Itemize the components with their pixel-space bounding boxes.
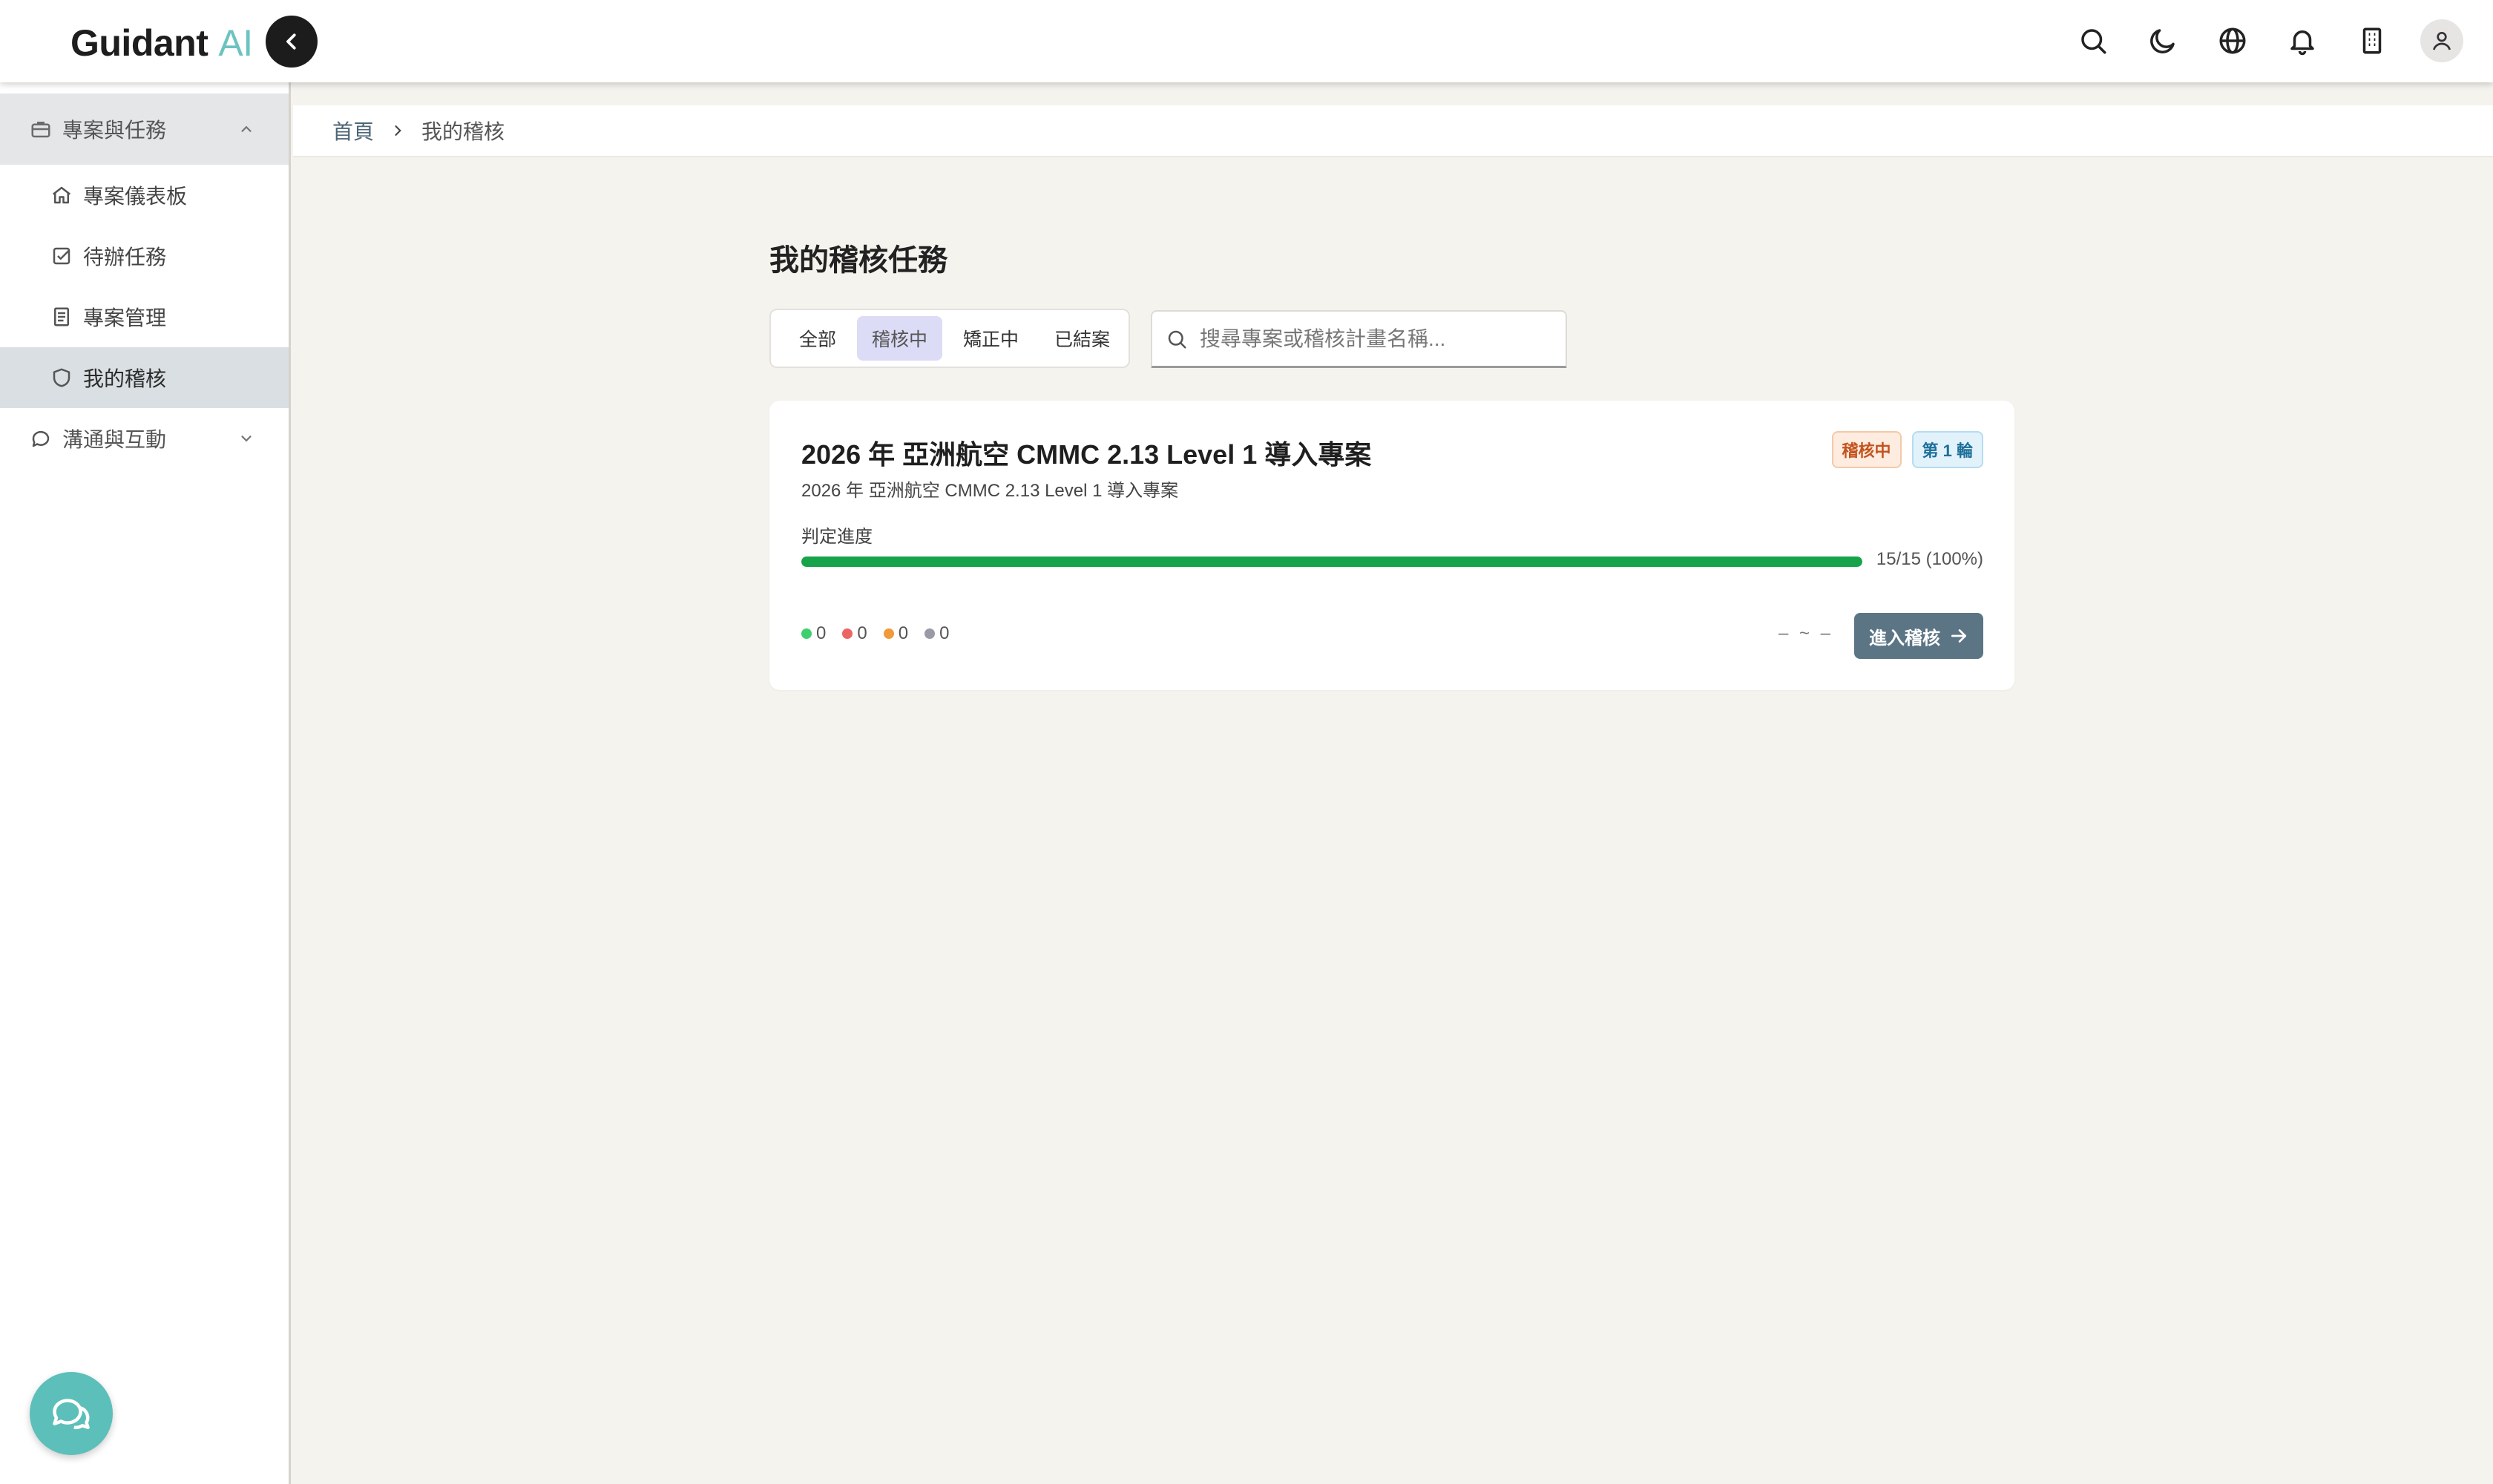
enter-audit-label: 進入稽核: [1869, 628, 1940, 649]
app-logo[interactable]: Guidant AI: [70, 21, 253, 65]
sidebar-item-project-management[interactable]: 專案管理: [0, 286, 289, 347]
user-icon: [2433, 32, 2451, 50]
count-value: 0: [939, 623, 950, 643]
progress-text: 15/15 (100%): [1876, 549, 1983, 569]
top-bar: Guidant AI: [0, 0, 2493, 82]
document-icon: [50, 306, 73, 328]
sidebar-item-my-audits[interactable]: 我的稽核: [0, 347, 289, 408]
tab-all[interactable]: 全部: [784, 316, 851, 361]
count-noncompliant: 0: [842, 623, 867, 644]
sidebar-item-todo[interactable]: 待辦任務: [0, 226, 289, 286]
logo-text: Guidant: [70, 22, 208, 64]
tab-closed[interactable]: 已結案: [1039, 316, 1125, 361]
count-partial: 0: [883, 623, 909, 644]
home-icon: [50, 184, 73, 206]
bell-icon[interactable]: [2281, 19, 2324, 62]
top-bar-actions: [2072, 19, 2463, 62]
gray-dot: [924, 628, 936, 639]
sidebar-group-projects[interactable]: 專案與任務: [0, 93, 289, 165]
sidebar-group-communication[interactable]: 溝通與互動: [0, 408, 289, 469]
progress-bar: [801, 556, 1862, 567]
chat-assistant-button[interactable]: [30, 1372, 113, 1455]
count-na: 0: [924, 623, 949, 644]
sidebar-item-label: 待辦任務: [83, 246, 167, 269]
shield-icon: [50, 367, 73, 389]
arrow-right-icon: [1949, 626, 1968, 646]
chevron-up-icon: [238, 121, 254, 137]
user-avatar[interactable]: [2420, 19, 2463, 62]
status-badge: 稽核中: [1831, 431, 1902, 468]
enter-audit-button[interactable]: 進入稽核: [1854, 613, 1983, 659]
globe-icon[interactable]: [2211, 19, 2254, 62]
breadcrumb-current: 我的稽核: [421, 120, 505, 143]
briefcase-icon: [30, 118, 52, 140]
project-subtitle: 2026 年 亞洲航空 CMMC 2.13 Level 1 導入專案: [801, 481, 1179, 501]
orange-dot: [883, 628, 894, 639]
status-filter-tabs: 全部 稽核中 矯正中 已結案: [769, 309, 1130, 368]
tab-auditing[interactable]: 稽核中: [857, 316, 943, 361]
green-dot: [801, 628, 812, 639]
round-badge: 第 1 輪: [1911, 431, 1983, 468]
sidebar-item-label: 專案管理: [83, 306, 167, 329]
chat-icon: [30, 427, 52, 450]
search-box: [1151, 310, 1567, 368]
moon-icon[interactable]: [2141, 19, 2184, 62]
count-value: 0: [816, 623, 827, 643]
breadcrumb-home-link[interactable]: 首頁: [332, 116, 374, 145]
project-title: 2026 年 亞洲航空 CMMC 2.13 Level 1 導入專案: [801, 439, 1372, 470]
search-icon: [1166, 328, 1188, 350]
sidebar-item-label: 我的稽核: [83, 367, 167, 390]
sidebar-item-dashboard[interactable]: 專案儀表板: [0, 165, 289, 226]
sidebar-collapse-button[interactable]: [266, 16, 318, 68]
sidebar: 專案與任務 專案儀表板 待辦任務 專案管理 我的稽核 溝通與互動: [0, 82, 291, 1484]
breadcrumb: 首頁 我的稽核: [293, 105, 2493, 157]
chevron-down-icon: [238, 430, 254, 447]
chevron-right-icon: [390, 123, 405, 138]
progress-bar-fill: [801, 556, 1862, 567]
building-icon[interactable]: [2351, 19, 2394, 62]
page-title: 我的稽核任務: [769, 244, 947, 277]
checkbox-icon: [50, 245, 73, 267]
count-compliant: 0: [801, 623, 826, 644]
sidebar-group-label: 專案與任務: [62, 119, 167, 142]
sidebar-group-label: 溝通與互動: [62, 428, 167, 451]
search-icon[interactable]: [2072, 19, 2115, 62]
logo-accent-text: AI: [218, 22, 253, 64]
audit-project-card[interactable]: 2026 年 亞洲航空 CMMC 2.13 Level 1 導入專案 2026 …: [769, 401, 2014, 690]
red-dot: [842, 628, 853, 639]
count-value: 0: [898, 623, 909, 643]
count-value: 0: [857, 623, 867, 643]
chat-bubbles-icon: [53, 1399, 90, 1430]
search-input[interactable]: [1200, 326, 1541, 351]
sidebar-item-label: 專案儀表板: [83, 185, 188, 208]
tab-correcting[interactable]: 矯正中: [948, 316, 1034, 361]
date-range: – ~ –: [1778, 623, 1833, 643]
progress-label: 判定進度: [801, 527, 873, 547]
result-counts: 0 0 0 0: [801, 623, 949, 644]
card-badges: 稽核中 第 1 輪: [1831, 431, 1983, 468]
chevron-left-icon: [286, 33, 296, 50]
